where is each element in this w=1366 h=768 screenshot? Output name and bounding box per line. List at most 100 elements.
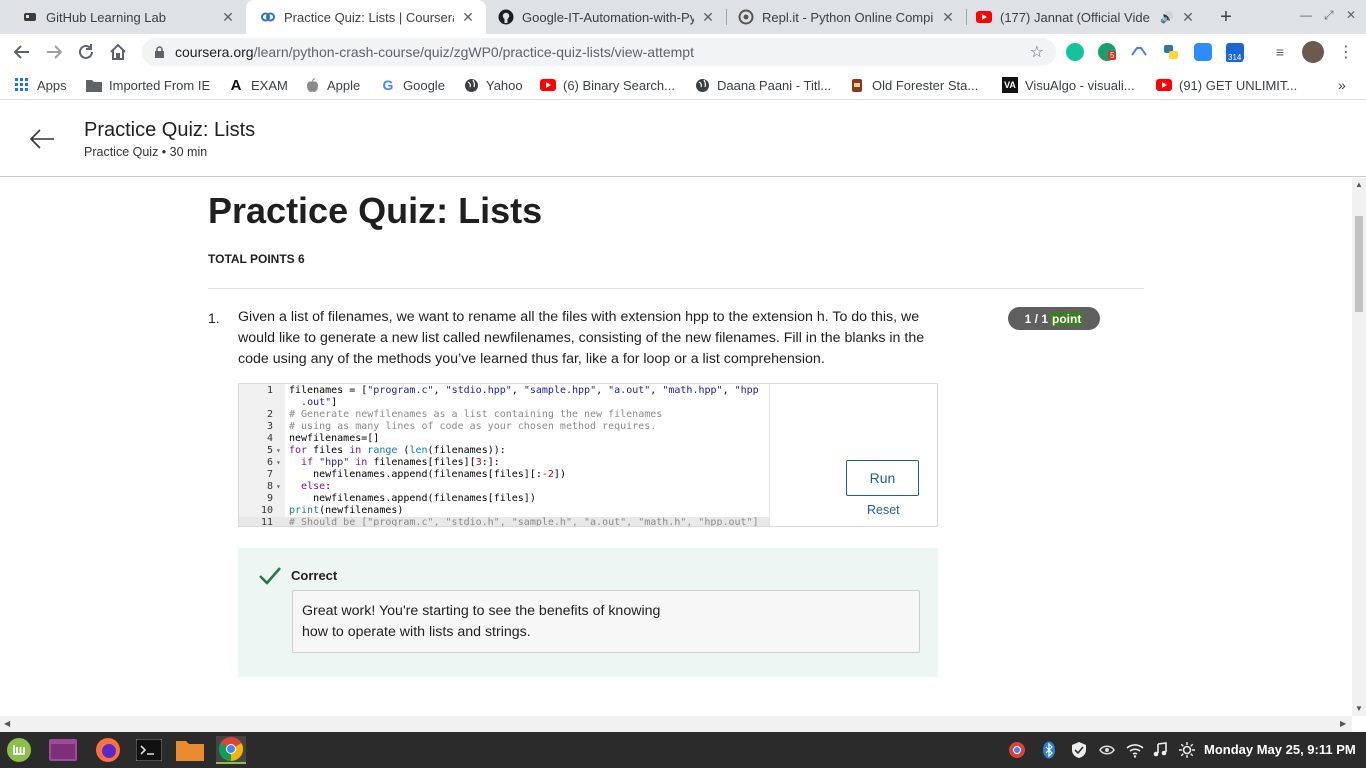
vertical-scrollbar[interactable]: ▲ ▼ <box>1352 178 1366 716</box>
files-folder-icon[interactable] <box>175 736 205 764</box>
minimize-icon[interactable]: — <box>1300 8 1312 22</box>
scroll-right-icon[interactable]: ▶ <box>1340 719 1346 728</box>
close-icon[interactable]: ✕ <box>940 9 956 26</box>
bookmark-binary-search[interactable]: (6) Binary Search... <box>540 76 675 94</box>
horizontal-scrollbar[interactable]: ◀ ▶ <box>0 716 1352 732</box>
replit-icon <box>738 9 754 25</box>
system-clock[interactable]: Monday May 25, 9:11 PM <box>1204 742 1356 757</box>
home-button[interactable] <box>106 40 130 64</box>
menu-kebab-icon[interactable]: ⋮ <box>1334 40 1358 64</box>
code-line[interactable]: 9 newfilenames.append(filenames[files]) <box>239 493 769 505</box>
extension-badge-count: 5 <box>1108 51 1117 60</box>
code-line[interactable]: 6 ▾ if "hpp" in filenames[files][3:]: <box>239 457 769 469</box>
oldforester-icon <box>849 77 865 93</box>
tab-title: (177) Jannat (Official Vide <box>1000 9 1150 25</box>
tab-google-it-automation[interactable]: Google-IT-Automation-with-Py ✕ <box>486 0 726 34</box>
fold-toggle-icon[interactable]: ▾ <box>276 445 281 457</box>
tab-coursera-quiz[interactable]: Practice Quiz: Lists | Coursera ✕ <box>246 0 486 34</box>
score-value: 1 / 1 <box>1024 311 1049 326</box>
music-note-icon[interactable] <box>1151 741 1169 759</box>
home-icon <box>110 43 126 60</box>
code-editor[interactable]: 1 filenames = ["program.c", "stdio.hpp", … <box>239 384 770 526</box>
code-text: newfilenames=[] <box>289 433 380 444</box>
header-title: Practice Quiz: Lists <box>84 119 256 141</box>
bookmark-yahoo[interactable]: Yahoo <box>463 76 523 94</box>
calendar-extension-icon[interactable]: 314 <box>1226 43 1244 62</box>
close-icon[interactable]: ✕ <box>220 9 236 26</box>
chrome-tray-icon[interactable] <box>1008 741 1026 759</box>
code-text: # Should be ["program.c", "stdio.h", "sa… <box>289 517 759 526</box>
fold-toggle-icon[interactable]: ▾ <box>276 457 281 469</box>
code-line[interactable]: 7 newfilenames.append(filenames[files][:… <box>239 469 769 481</box>
code-line[interactable]: 1 filenames = ["program.c", "stdio.hpp", … <box>239 385 769 397</box>
bookmark-apps[interactable]: Apps <box>14 76 67 94</box>
back-button[interactable] <box>10 40 34 64</box>
run-button[interactable]: Run <box>846 460 919 496</box>
code-line[interactable]: 8 ▾ else: <box>239 481 769 493</box>
code-line[interactable]: 10 print(newfilenames) <box>239 505 769 517</box>
code-line[interactable]: 5 ▾ for files in range (len(filenames)): <box>239 445 769 457</box>
code-line[interactable]: 4 newfilenames=[] <box>239 433 769 445</box>
reset-link[interactable]: Reset <box>867 503 900 517</box>
python-extension-icon[interactable] <box>1162 43 1180 61</box>
bookmark-old-forester[interactable]: Old Forester Sta... <box>849 76 978 94</box>
quiz-content: Practice Quiz: Lists TOTAL POINTS 6 1. G… <box>0 178 1352 716</box>
close-icon[interactable]: ✕ <box>460 9 476 26</box>
bookmark-get-unlimited[interactable]: (91) GET UNLIMIT... <box>1156 76 1297 94</box>
code-line[interactable]: .out"] <box>239 397 769 409</box>
code-line[interactable]: 11 # Should be ["program.c", "stdio.h", "… <box>239 517 769 526</box>
wifi-icon[interactable] <box>1126 741 1144 759</box>
scroll-down-icon[interactable]: ▼ <box>1355 704 1363 713</box>
scrollbar-thumb[interactable] <box>1355 216 1363 312</box>
mint-menu-icon[interactable] <box>4 736 34 764</box>
fold-toggle-icon[interactable]: ▾ <box>276 481 281 493</box>
bookmark-star-icon[interactable]: ☆ <box>1030 42 1044 62</box>
bookmark-google[interactable]: G Google <box>380 76 445 94</box>
close-icon[interactable]: ✕ <box>700 9 716 26</box>
drive-extension-icon[interactable] <box>1130 43 1148 61</box>
nvidia-icon[interactable] <box>1098 741 1116 759</box>
bookmark-exam[interactable]: A EXAM <box>228 76 288 94</box>
brightness-icon[interactable] <box>1178 741 1196 759</box>
line-number: 10 <box>260 505 273 516</box>
address-bar[interactable]: coursera.org/learn/python-crash-course/q… <box>142 38 1056 66</box>
code-line[interactable]: 2 # Generate newfilenames as a list conta… <box>239 409 769 421</box>
firefox-icon[interactable] <box>93 736 123 764</box>
lock-icon[interactable] <box>154 45 165 59</box>
zoom-extension-icon[interactable] <box>1194 43 1212 61</box>
tab-youtube-jannat[interactable]: (177) Jannat (Official Vide 🔊 ✕ <box>966 0 1206 34</box>
grammarly-extension-icon[interactable] <box>1066 43 1084 61</box>
close-icon[interactable]: ✕ <box>1180 9 1196 26</box>
reload-button[interactable] <box>74 40 98 64</box>
code-line[interactable]: 3 # using as many lines of code as your c… <box>239 421 769 433</box>
google-icon: G <box>382 77 394 93</box>
speaker-icon[interactable]: 🔊 <box>1160 11 1174 24</box>
tab-github-learning-lab[interactable]: GitHub Learning Lab ✕ <box>0 0 246 34</box>
globe-icon <box>463 77 479 93</box>
back-arrow-icon[interactable] <box>28 127 56 151</box>
restore-icon[interactable]: ⤢ <box>1324 8 1334 23</box>
terminal-icon[interactable] <box>134 736 164 764</box>
forward-button[interactable] <box>42 40 66 64</box>
shield-icon[interactable] <box>1070 741 1088 759</box>
code-text: if "hpp" in filenames[files][3:]: <box>301 457 500 468</box>
scroll-up-icon[interactable]: ▲ <box>1355 180 1363 189</box>
extension-badge-icon[interactable]: 5 <box>1098 43 1117 61</box>
bookmark-daana-paani[interactable]: Daana Paani - Titl... <box>694 76 831 94</box>
feedback-panel: Correct Great work! You're starting to s… <box>238 548 938 677</box>
window-close-icon[interactable]: ✕ <box>1346 8 1356 22</box>
new-tab-button[interactable]: + <box>1214 5 1238 29</box>
file-manager-window-icon[interactable] <box>48 736 78 764</box>
media-control-icon[interactable]: ≡ <box>1268 40 1292 64</box>
score-unit: point <box>1050 311 1084 326</box>
scroll-left-icon[interactable]: ◀ <box>4 719 10 728</box>
bookmark-apple[interactable]: Apple <box>304 76 360 94</box>
chrome-taskbar-icon[interactable] <box>216 736 246 764</box>
profile-avatar[interactable] <box>1302 41 1324 63</box>
bookmarks-bar: Apps Imported From IE A EXAM Apple G Goo… <box>0 70 1366 100</box>
bookmarks-overflow-icon[interactable]: » <box>1338 76 1346 94</box>
bookmark-imported-from-ie[interactable]: Imported From IE <box>86 76 210 94</box>
tab-replit[interactable]: Repl.it - Python Online Compil ✕ <box>726 0 966 34</box>
bluetooth-icon[interactable] <box>1040 741 1058 759</box>
bookmark-visualgo[interactable]: VA VisuAlgo - visuali... <box>1002 76 1135 94</box>
